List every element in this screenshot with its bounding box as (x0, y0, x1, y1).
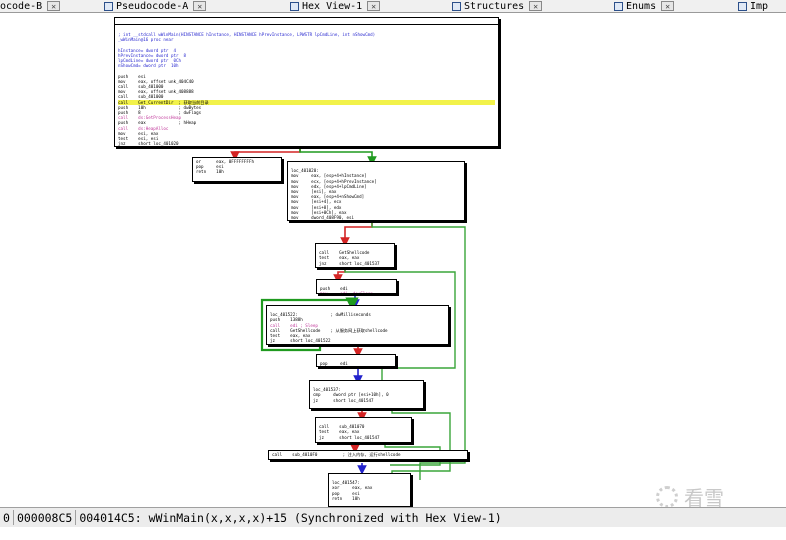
code-line[interactable]: pop edi (320, 361, 392, 366)
edge-false (230, 147, 301, 161)
code-line[interactable]: call sub_4010F0 ; 注入内存, 运行shellcode (272, 452, 464, 457)
block-titlebar (115, 18, 498, 25)
edge-false (340, 221, 373, 247)
block-code: call sub_401070 test eax, eax jz short loc… (319, 419, 408, 440)
block-code: or eax, 0FFFFFFFFh pop esi retn 10h (196, 159, 278, 175)
status-address: 004014C5: wWinMain(x,x,x,x)+15 (Synchron… (79, 510, 502, 525)
graph-view[interactable]: ; int __stdcall wWinMain(HINSTANCE hInst… (0, 13, 786, 507)
tab-label: Imp (750, 0, 769, 12)
block-code: loc_401547: xor eax, eax pop esi retn 10h (332, 475, 407, 501)
code-line[interactable]: jz short loc_401522 (270, 338, 445, 343)
graph-block-push-edi[interactable]: push edi mov edi, ds:Sleep (316, 279, 397, 294)
block-code: pop edi (320, 356, 392, 366)
block-code: call GetShellcode test eax, eax jnz short … (319, 245, 391, 266)
graph-block-loc-401522[interactable]: loc_401522: ; dwMilliseconds push 1388h ca… (266, 305, 449, 345)
status-field-0: 0 (3, 510, 10, 525)
code-line[interactable]: retn 10h (332, 496, 407, 501)
graph-block-call-sub-4010f0[interactable]: call sub_4010F0 ; 注入内存, 运行shellcode (268, 450, 468, 460)
tab-label: Pseudocode-A (116, 0, 189, 12)
code-line[interactable]: retn 10h (196, 169, 278, 174)
graph-block-loc-401020[interactable]: loc_401020: mov eax, [esp+4+hInstance] mov… (287, 161, 465, 221)
tab-pseudocode-a[interactable]: Pseudocode-A ✕ (104, 0, 207, 12)
tab-label: Enums (626, 0, 657, 12)
tab-pseudocode-b[interactable]: ocode-B ✕ (0, 0, 61, 12)
tab-bar: ocode-B ✕ Pseudocode-A ✕ Hex View-1 ✕ St… (0, 0, 786, 13)
hex-view-icon (290, 1, 299, 11)
graph-block-entry[interactable]: ; int __stdcall wWinMain(HINSTANCE hInst… (114, 17, 499, 147)
block-code: loc_401020: mov eax, [esp+4+hInstance] mov… (291, 163, 461, 221)
close-icon[interactable]: ✕ (529, 1, 543, 11)
block-code: loc_401522: ; dwMilliseconds push 1388h ca… (270, 307, 445, 343)
block-code: ; int __stdcall wWinMain(HINSTANCE hInst… (118, 27, 495, 146)
code-line[interactable]: jnz short loc_401537 (319, 261, 391, 266)
code-line[interactable]: jnz short loc_401020 (118, 141, 495, 146)
edge-true (299, 147, 377, 166)
tab-label: Hex View-1 (302, 0, 363, 12)
kanxue-logo-icon (656, 485, 678, 508)
close-icon[interactable]: ✕ (47, 1, 61, 11)
code-line[interactable]: call Get_local_shellcode ; 获取本地shellcode (291, 220, 461, 221)
tab-structures[interactable]: Structures ✕ (452, 0, 543, 12)
structures-icon (452, 1, 461, 11)
close-icon[interactable]: ✕ (193, 1, 207, 11)
close-icon[interactable]: ✕ (367, 1, 381, 11)
status-bar: 0 000008C5 004014C5: wWinMain(x,x,x,x)+1… (0, 507, 786, 527)
code-line[interactable]: mov edi, ds:Sleep (320, 291, 393, 293)
status-offset: 000008C5 (16, 510, 73, 525)
graph-block-pop-edi[interactable]: pop edi (316, 354, 396, 367)
block-code: push edi mov edi, ds:Sleep (320, 281, 393, 293)
tab-label: Structures (464, 0, 525, 12)
graph-block-loc-401537[interactable]: loc_401537: cmp dword ptr [esi+10h], 0 jz … (309, 380, 424, 409)
graph-block-return-error[interactable]: or eax, 0FFFFFFFFh pop esi retn 10h (192, 157, 282, 182)
tab-imports[interactable]: Imp (738, 0, 768, 12)
graph-block-loc-401547[interactable]: loc_401547: xor eax, eax pop esi retn 10h (328, 473, 411, 507)
close-icon[interactable]: ✕ (661, 1, 675, 11)
enums-icon (614, 1, 623, 11)
block-code: call sub_4010F0 ; 注入内存, 运行shellcode (272, 452, 464, 457)
imports-icon (738, 1, 747, 11)
tab-hex-view[interactable]: Hex View-1 ✕ (290, 0, 381, 12)
code-line[interactable]: jz short loc_401547 (313, 398, 420, 403)
edge-false (333, 268, 346, 284)
code-line[interactable]: jz short loc_401547 (319, 435, 408, 440)
block-code: loc_401537: cmp dword ptr [esi+10h], 0 jz … (313, 382, 420, 403)
bottom-strip (0, 527, 786, 540)
tab-enums[interactable]: Enums ✕ (614, 0, 675, 12)
pseudocode-icon (104, 1, 113, 11)
graph-block-call-getshellcode[interactable]: call GetShellcode test eax, eax jnz short … (315, 243, 395, 268)
tab-label: ocode-B (0, 0, 43, 12)
graph-block-call-sub-401070[interactable]: call sub_401070 test eax, eax jz short loc… (315, 417, 412, 443)
